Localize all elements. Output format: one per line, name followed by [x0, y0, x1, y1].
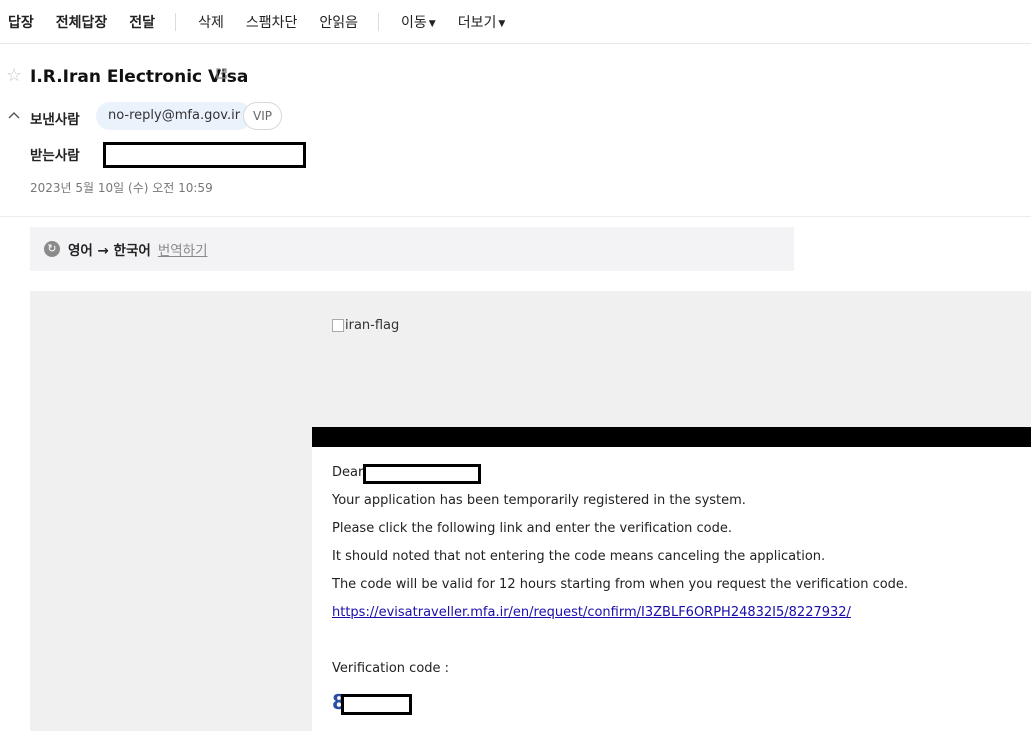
verification-code-label: Verification code : — [332, 661, 450, 676]
body-line-1: Your application has been temporarily re… — [332, 493, 746, 508]
iran-flag-image: iran-flag — [332, 318, 399, 333]
move-label: 이동 — [401, 14, 427, 31]
more-button[interactable]: 더보기 ▼ — [458, 12, 506, 32]
toolbar-divider — [378, 12, 379, 31]
caret-down-icon: ▼ — [428, 18, 436, 29]
body-line-3: It should noted that not entering the co… — [332, 549, 826, 564]
code-redacted — [341, 694, 412, 715]
header-divider — [0, 216, 1031, 217]
translate-bar: ↻ 영어 → 한국어 번역하기 — [30, 227, 794, 271]
greeting-text: Dear — [332, 465, 364, 480]
external-link-icon[interactable] — [216, 68, 227, 82]
translate-icon: ↻ — [44, 241, 60, 257]
recipient-redacted — [103, 142, 306, 168]
email-header-bar — [312, 427, 1031, 447]
delete-button[interactable]: 삭제 — [198, 12, 224, 32]
star-outline-icon[interactable]: ☆ — [6, 66, 22, 86]
toolbar-divider — [175, 12, 177, 31]
recipient-label: 받는사람 — [30, 148, 80, 164]
reply-all-button[interactable]: 전체답장 — [56, 12, 108, 32]
broken-image-icon — [332, 319, 344, 332]
sender-email-chip[interactable]: no-reply@mfa.gov.ir — [96, 102, 253, 130]
translate-link[interactable]: 번역하기 — [158, 239, 208, 259]
reply-button[interactable]: 답장 — [8, 12, 34, 32]
body-line-4: The code will be valid for 12 hours star… — [332, 577, 909, 592]
caret-down-icon: ▼ — [498, 18, 506, 29]
body-line-2: Please click the following link and ente… — [332, 521, 732, 536]
mail-date: 2023년 5월 10일 (수) 오전 10:59 — [30, 181, 213, 195]
sender-label: 보낸사람 — [30, 112, 80, 128]
mail-toolbar: 답장 전체답장 전달 삭제 스팸차단 안읽음 이동 ▼ 더보기 ▼ — [0, 0, 1031, 44]
move-button[interactable]: 이동 ▼ — [401, 12, 436, 32]
iran-flag-alt-text: iran-flag — [345, 318, 400, 333]
more-label: 더보기 — [457, 14, 497, 31]
name-redacted — [363, 464, 481, 484]
translate-languages: 영어 → 한국어 — [68, 243, 151, 259]
forward-button[interactable]: 전달 — [129, 12, 155, 32]
mark-unread-button[interactable]: 안읽음 — [319, 12, 358, 32]
confirm-link[interactable]: https://evisatraveller.mfa.ir/en/request… — [332, 605, 851, 620]
vip-button[interactable]: VIP — [243, 102, 282, 130]
chevron-up-icon[interactable] — [8, 108, 20, 122]
spam-block-button[interactable]: 스팸차단 — [246, 12, 298, 32]
